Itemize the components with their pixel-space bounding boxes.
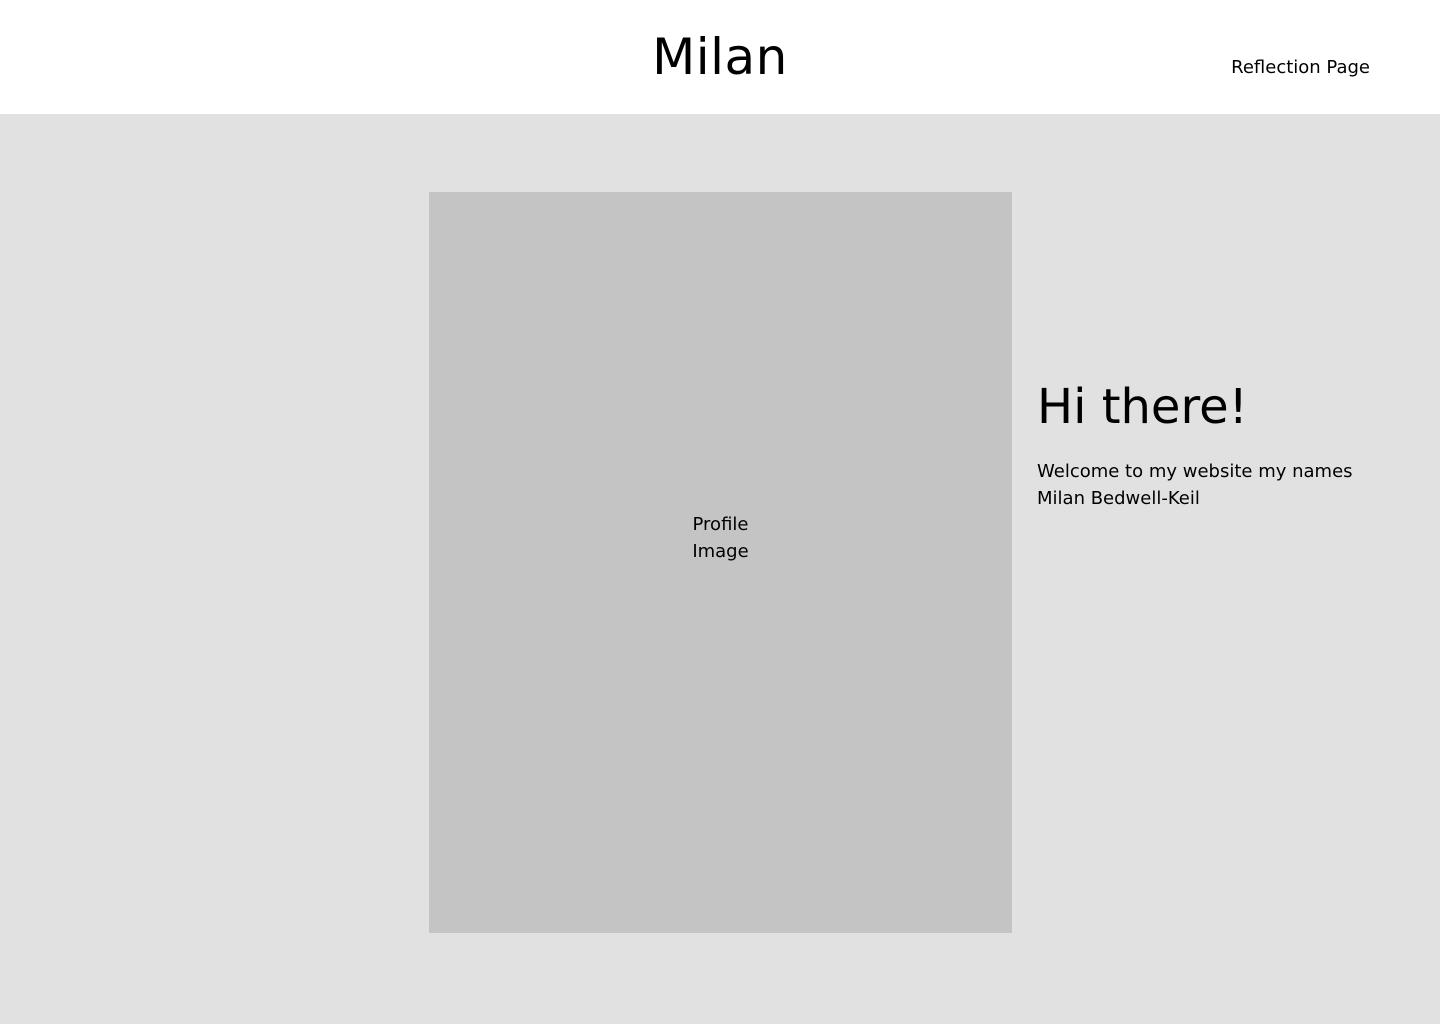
hero-section: Profile Image Hi there! Welcome to my we… xyxy=(0,114,1440,1024)
site-header: Milan Reflection Page xyxy=(0,0,1440,114)
welcome-text: Welcome to my website my names Milan Bed… xyxy=(1037,461,1353,509)
profile-image-placeholder: Profile Image xyxy=(429,192,1012,933)
intro-block: Hi there! Welcome to my website my names… xyxy=(1037,376,1417,512)
profile-image-label: Profile Image xyxy=(692,513,749,562)
reflection-page-link[interactable]: Reflection Page xyxy=(1231,56,1370,80)
site-title: Milan xyxy=(652,28,788,86)
greeting-heading: Hi there! xyxy=(1037,379,1248,435)
